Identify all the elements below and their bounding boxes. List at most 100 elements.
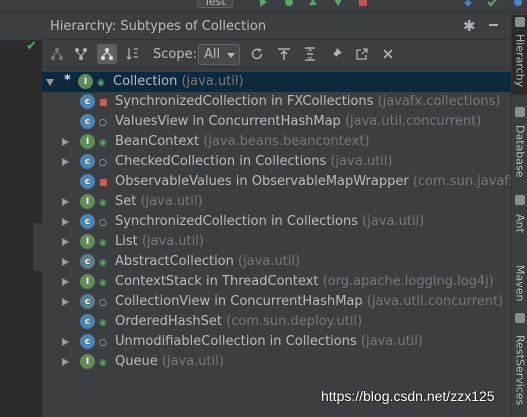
collapsed-arrow-icon[interactable] (62, 298, 69, 306)
tree-node-label: OrderedHashSet (com.sun.deploy.util) (115, 314, 362, 329)
collapsed-arrow-icon[interactable] (62, 358, 69, 366)
run-configuration-select[interactable]: Test (197, 0, 233, 8)
package-private-icon: ○ (99, 338, 107, 348)
class-hierarchy-button[interactable] (97, 44, 117, 64)
editor-scrollbar-thumb[interactable] (33, 223, 42, 271)
class-icon: c ○ (80, 154, 110, 170)
subtype-hierarchy-button[interactable] (71, 44, 91, 64)
tree-row[interactable]: c ○ UnmodifiableCollection in Collections … (42, 332, 511, 352)
profile-icon[interactable] (333, 0, 343, 7)
collapsed-arrow-icon[interactable] (62, 278, 69, 286)
public-icon: ◉ (99, 238, 107, 248)
hierarchy-icon (515, 17, 525, 27)
vcs-commit-icon[interactable] (487, 0, 497, 7)
search-everywhere-icon[interactable] (513, 0, 523, 7)
collapsed-arrow-icon[interactable] (62, 238, 69, 246)
class-icon: c ■ (80, 94, 110, 110)
scroll-to-source-button[interactable] (274, 44, 294, 64)
tree-row[interactable]: c ○ CollectionView in ConcurrentHashMap (j… (42, 292, 511, 312)
panel-bottom-bar (42, 409, 511, 417)
tool-window-tab-database[interactable]: Database (512, 105, 527, 185)
close-icon (383, 49, 393, 59)
type-name: ValuesView in ConcurrentHashMap (115, 114, 345, 129)
type-letter: I (80, 134, 95, 149)
tree-row[interactable]: c ■ SynchronizedCollection in FXCollection… (42, 92, 511, 112)
tool-window-tab-hierarchy[interactable]: Hierarchy (512, 15, 527, 95)
tool-window-tab-ant[interactable]: Ant (512, 193, 527, 241)
tool-window-tab-maven[interactable]: Maven (512, 250, 527, 304)
abstract-class-icon: c ○ (80, 294, 110, 310)
tree-node-label: ObservableValues in ObservableMapWrapper… (115, 174, 511, 189)
type-name: ObservableValues in ObservableMapWrapper (115, 174, 413, 189)
type-name: OrderedHashSet (115, 314, 227, 329)
scope-select[interactable]: All (198, 44, 240, 65)
type-letter: I (80, 234, 95, 249)
package-name: (java.util) (140, 194, 203, 209)
stop-icon[interactable] (358, 0, 368, 7)
type-letter: I (78, 74, 93, 89)
sort-alphabetically-button[interactable] (123, 44, 143, 64)
base-class-marker: * (64, 73, 71, 88)
tree-node-label: CheckedCollection in Collections (java.u… (115, 154, 392, 169)
collapsed-arrow-icon[interactable] (62, 258, 69, 266)
scope-label: Scope: (153, 47, 197, 62)
tree-row[interactable]: I ◉ BeanContext (java.beans.beancontext) (42, 132, 511, 152)
collapsed-arrow-icon[interactable] (62, 218, 69, 226)
public-icon: ◉ (99, 318, 107, 328)
type-name: Set (115, 194, 141, 209)
tool-window-tab-label: Ant (513, 213, 527, 233)
package-name: (java.util) (360, 334, 423, 349)
type-name: ContextStack in ThreadContext (115, 274, 323, 289)
collapsed-arrow-icon[interactable] (62, 158, 69, 166)
tree-node-label: SynchronizedCollection in FXCollections … (115, 94, 501, 109)
run-icon[interactable] (258, 0, 268, 7)
tree-row[interactable]: I ◉ List (java.util) (42, 232, 511, 252)
package-name: (java.util) (181, 74, 244, 89)
collapsed-arrow-icon[interactable] (62, 138, 69, 146)
pin-button[interactable] (326, 44, 346, 64)
debug-icon[interactable] (284, 0, 294, 7)
tree-row[interactable]: c ○ ValuesView in ConcurrentHashMap (java.… (42, 112, 511, 132)
tool-window-tab-restservices[interactable]: RestServices (512, 311, 527, 417)
collapsed-arrow-icon[interactable] (62, 338, 69, 346)
interface-icon: I ◉ (80, 354, 110, 370)
type-letter: c (80, 114, 95, 129)
type-letter: c (80, 334, 95, 349)
tree-row[interactable]: I ◉ Set (java.util) (42, 192, 511, 212)
vcs-update-icon[interactable] (463, 0, 473, 7)
close-button[interactable] (378, 44, 398, 64)
type-letter: c (80, 94, 95, 109)
coverage-icon[interactable] (308, 0, 318, 7)
type-letter: I (80, 194, 95, 209)
tree-row[interactable]: c ◉ OrderedHashSet (com.sun.deploy.util) (42, 312, 511, 332)
tree-row[interactable]: c ○ SynchronizedCollection in Collections … (42, 212, 511, 232)
tree-node-label: SynchronizedCollection in Collections (j… (115, 214, 424, 229)
tree-row[interactable]: I ◉ Queue (java.util) (42, 352, 511, 372)
tool-window-tab-label: RestServices (513, 334, 527, 406)
tree-row[interactable]: * I ◉ Collection (java.util) (42, 72, 511, 92)
export-button[interactable] (352, 44, 372, 64)
tree-node-label: Collection (java.util) (113, 74, 244, 89)
hierarchy-tool-window: Hierarchy: Subtypes of Collection ✱ Scop… (42, 13, 511, 417)
hierarchy-toolbar: Scope: All (42, 41, 511, 68)
supertype-hierarchy-button[interactable] (47, 44, 67, 64)
collapsed-arrow-icon[interactable] (62, 198, 69, 206)
chevron-down-icon (227, 53, 235, 58)
type-name: SynchronizedCollection in FXCollections (115, 94, 378, 109)
expanded-arrow-icon[interactable] (46, 79, 54, 86)
supertypes-icon (51, 48, 63, 60)
top-toolbar: Test (0, 0, 527, 13)
refresh-button[interactable] (247, 44, 267, 64)
package-name: (java.util.concurrent) (366, 294, 504, 309)
package-name: (java.util) (238, 254, 301, 269)
hide-panel-icon[interactable] (489, 24, 498, 26)
tree-row[interactable]: c ◉ AbstractCollection (java.util) (42, 252, 511, 272)
tree-row[interactable]: I ◉ ContextStack in ThreadContext (org.apa… (42, 272, 511, 292)
tree-row[interactable]: c ■ ObservableValues in ObservableMapWrapp… (42, 172, 511, 192)
gear-icon[interactable]: ✱ (463, 17, 476, 35)
expand-all-button[interactable] (300, 44, 320, 64)
class-icon: c ○ (80, 334, 110, 350)
type-name: BeanContext (115, 134, 204, 149)
interface-icon: I ◉ (80, 274, 110, 290)
tree-row[interactable]: c ○ CheckedCollection in Collections (java… (42, 152, 511, 172)
